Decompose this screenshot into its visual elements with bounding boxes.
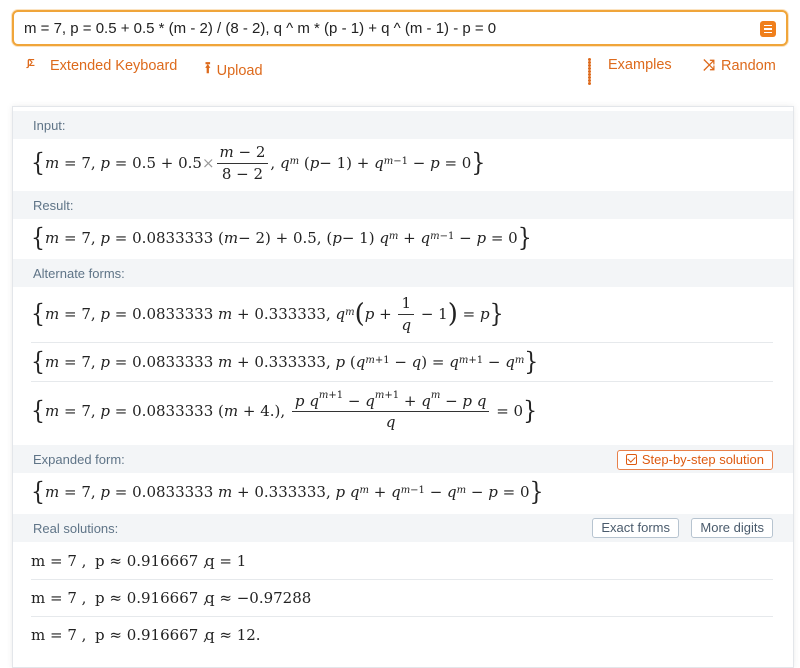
random-label: Random bbox=[721, 57, 776, 74]
solution-m: m = 7 , bbox=[31, 589, 87, 607]
more-digits-button[interactable]: More digits bbox=[691, 518, 773, 538]
alternate-form-3[interactable]: { m = 7, p = 0.0833333 (m + 4.), p qm+1 … bbox=[31, 388, 773, 434]
alternate-forms-pod-title: Alternate forms: bbox=[33, 266, 125, 281]
divider bbox=[31, 342, 773, 343]
alternate-form-2[interactable]: { m = 7, p = 0.0833333 m + 0.333333, p (… bbox=[31, 348, 773, 377]
checkbox-icon bbox=[625, 454, 637, 465]
shuffle-icon: ⤨ bbox=[703, 57, 716, 74]
solution-q: q ≈ 12. bbox=[205, 626, 261, 644]
solution-p: p ≈ 0.916667 , bbox=[95, 589, 208, 607]
solution-p: p ≈ 0.916667 , bbox=[95, 552, 208, 570]
expanded-form-pod-title: Expanded form: bbox=[33, 452, 125, 467]
extended-keyboard-label: Extended Keyboard bbox=[50, 57, 178, 74]
input-pod-title: Input: bbox=[33, 118, 66, 133]
solution-m: m = 7 , bbox=[31, 552, 87, 570]
step-by-step-label: Step-by-step solution bbox=[641, 452, 764, 467]
step-by-step-button[interactable]: Step-by-step solution bbox=[616, 450, 773, 470]
upload-arrow-icon: ⭱ bbox=[205, 60, 211, 77]
search-bar[interactable] bbox=[12, 10, 788, 46]
solution-q: q = 1 bbox=[205, 552, 247, 570]
extended-keyboard-button[interactable]: Extended Keyboard bbox=[27, 57, 177, 74]
solution-p: p ≈ 0.916667 , bbox=[95, 626, 208, 644]
alternate-form-1[interactable]: { m = 7, p = 0.0833333 m + 0.333333, qm … bbox=[31, 293, 773, 335]
alternate-forms-pod-header: Alternate forms: bbox=[13, 259, 793, 287]
toolbar: Extended Keyboard ⭱ Upload Examples ⤨ Ra… bbox=[0, 57, 800, 85]
divider bbox=[31, 579, 773, 580]
results-card: Input: { m = 7, p = 0.5 + 0.5 × m − 28 − … bbox=[12, 106, 794, 668]
exact-forms-button[interactable]: Exact forms bbox=[592, 518, 679, 538]
menu-icon[interactable] bbox=[760, 21, 776, 37]
upload-button[interactable]: ⭱ Upload bbox=[205, 57, 263, 84]
real-solutions-pod-title: Real solutions: bbox=[33, 521, 119, 536]
grid-dots-icon bbox=[588, 58, 602, 85]
input-pod-header: Input: bbox=[13, 111, 793, 139]
extended-keyboard-icon bbox=[27, 57, 44, 74]
solution-m: m = 7 , bbox=[31, 626, 87, 644]
real-solutions-pod-header: Real solutions: Exact forms More digits bbox=[13, 514, 793, 542]
expanded-form-pod-header: Expanded form: Step-by-step solution bbox=[13, 445, 793, 473]
search-input[interactable] bbox=[24, 12, 754, 44]
random-button[interactable]: ⤨ Random bbox=[703, 57, 776, 74]
solution-q: q ≈ −0.97288 bbox=[205, 589, 312, 607]
result-pod-header: Result: bbox=[13, 191, 793, 219]
upload-label: Upload bbox=[216, 62, 263, 79]
expanded-form-expression[interactable]: { m = 7, p = 0.0833333 m + 0.333333, p q… bbox=[31, 478, 773, 507]
result-expression[interactable]: { m = 7, p = 0.0833333 (m − 2) + 0.5, (p… bbox=[31, 224, 773, 253]
examples-button[interactable]: Examples bbox=[588, 57, 672, 85]
divider bbox=[31, 616, 773, 617]
divider bbox=[31, 381, 773, 382]
examples-label: Examples bbox=[608, 57, 672, 73]
result-pod-title: Result: bbox=[33, 198, 74, 213]
input-expression[interactable]: { m = 7, p = 0.5 + 0.5 × m − 28 − 2, qm (… bbox=[31, 143, 773, 183]
